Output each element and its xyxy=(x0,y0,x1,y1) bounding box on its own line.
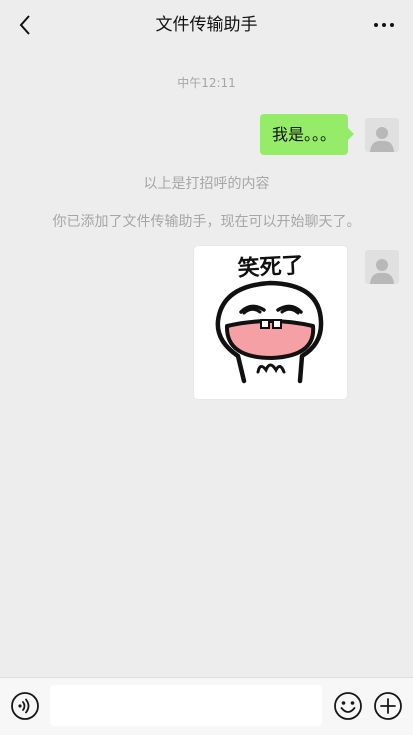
plus-button[interactable] xyxy=(373,691,403,721)
chat-title: 文件传输助手 xyxy=(155,15,258,35)
laughing-face-sticker xyxy=(215,280,324,384)
more-button[interactable] xyxy=(367,10,401,40)
input-bar xyxy=(0,677,413,735)
back-button[interactable] xyxy=(10,10,40,40)
default-avatar-icon xyxy=(370,259,394,284)
voice-button[interactable] xyxy=(10,691,40,721)
system-message: 你已添加了文件传输助手，现在可以开始聊天了。 xyxy=(52,214,361,230)
voice-icon xyxy=(11,692,39,720)
emoji-button[interactable] xyxy=(333,691,363,721)
ellipsis-icon xyxy=(374,23,394,27)
message-timestamp: 中午12:11 xyxy=(177,76,236,90)
sticker-message[interactable]: 笑死了 xyxy=(194,246,347,399)
default-avatar-icon xyxy=(370,127,394,152)
message-input[interactable] xyxy=(50,685,322,726)
system-message: 以上是打招呼的内容 xyxy=(143,176,270,192)
text-message-bubble[interactable]: 我是。。。 xyxy=(259,114,355,155)
avatar[interactable] xyxy=(365,118,399,152)
avatar[interactable] xyxy=(365,250,399,284)
plus-icon xyxy=(374,692,402,720)
emoji-icon xyxy=(334,692,362,720)
chevron-left-icon xyxy=(19,15,30,35)
chat-header: 文件传输助手 xyxy=(0,0,413,50)
